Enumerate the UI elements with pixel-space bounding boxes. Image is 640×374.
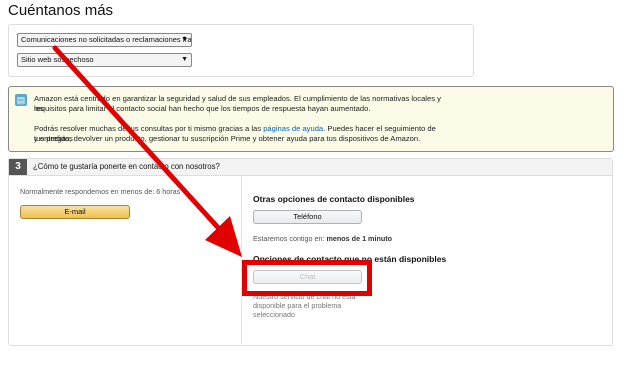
annotation-arrow-icon: [52, 45, 242, 257]
